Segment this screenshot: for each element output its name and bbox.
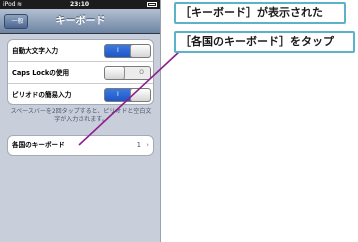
toggle-knob	[105, 67, 125, 79]
keyboard-count: 1	[136, 141, 141, 149]
tutorial-figure: iPod ≋ 23:10 キーボード 一般 自動大文字入力 I Caps Loc…	[0, 0, 358, 242]
carrier-label: iPod	[3, 1, 16, 8]
status-time: 23:10	[70, 1, 90, 8]
setting-label: Caps Lockの使用	[12, 69, 70, 77]
caps-lock-toggle[interactable]: O	[104, 66, 151, 80]
action-callout: ［各国のキーボード］をタップ	[174, 31, 355, 53]
navigation-bar: キーボード 一般	[0, 9, 160, 34]
toggle-on-mark: I	[117, 91, 119, 98]
phone-screen: iPod ≋ 23:10 キーボード 一般 自動大文字入力 I Caps Loc…	[0, 0, 161, 242]
back-button[interactable]: 一般	[4, 14, 28, 29]
chevron-right-icon: ›	[146, 141, 149, 149]
international-keyboards-row[interactable]: 各国のキーボード 1 ›	[7, 135, 154, 156]
toggle-knob	[130, 89, 150, 101]
period-shortcut-note: スペースバーを2回タップすると、ピリオドと空白文字が入力されます。	[10, 108, 152, 123]
keyboard-settings-group: 自動大文字入力 I Caps Lockの使用 O ピリオドの簡易入力 I	[7, 39, 154, 105]
period-shortcut-toggle[interactable]: I	[104, 88, 151, 102]
result-callout: ［キーボード］が表示された	[174, 2, 346, 24]
battery-icon	[147, 2, 157, 7]
setting-row-caps-lock: Caps Lockの使用 O	[8, 62, 153, 84]
status-bar: iPod ≋ 23:10	[0, 0, 160, 9]
wifi-icon: ≋	[17, 1, 23, 8]
setting-label: ピリオドの簡易入力	[12, 91, 72, 99]
auto-capitalization-toggle[interactable]: I	[104, 44, 151, 58]
setting-label: 自動大文字入力	[12, 47, 59, 55]
international-keyboards-label: 各国のキーボード	[12, 141, 65, 149]
toggle-on-mark: I	[117, 47, 119, 54]
setting-row-auto-capitalization: 自動大文字入力 I	[8, 40, 153, 62]
setting-row-period-shortcut: ピリオドの簡易入力 I	[8, 84, 153, 106]
toggle-off-mark: O	[139, 69, 144, 76]
toggle-knob	[130, 45, 150, 57]
